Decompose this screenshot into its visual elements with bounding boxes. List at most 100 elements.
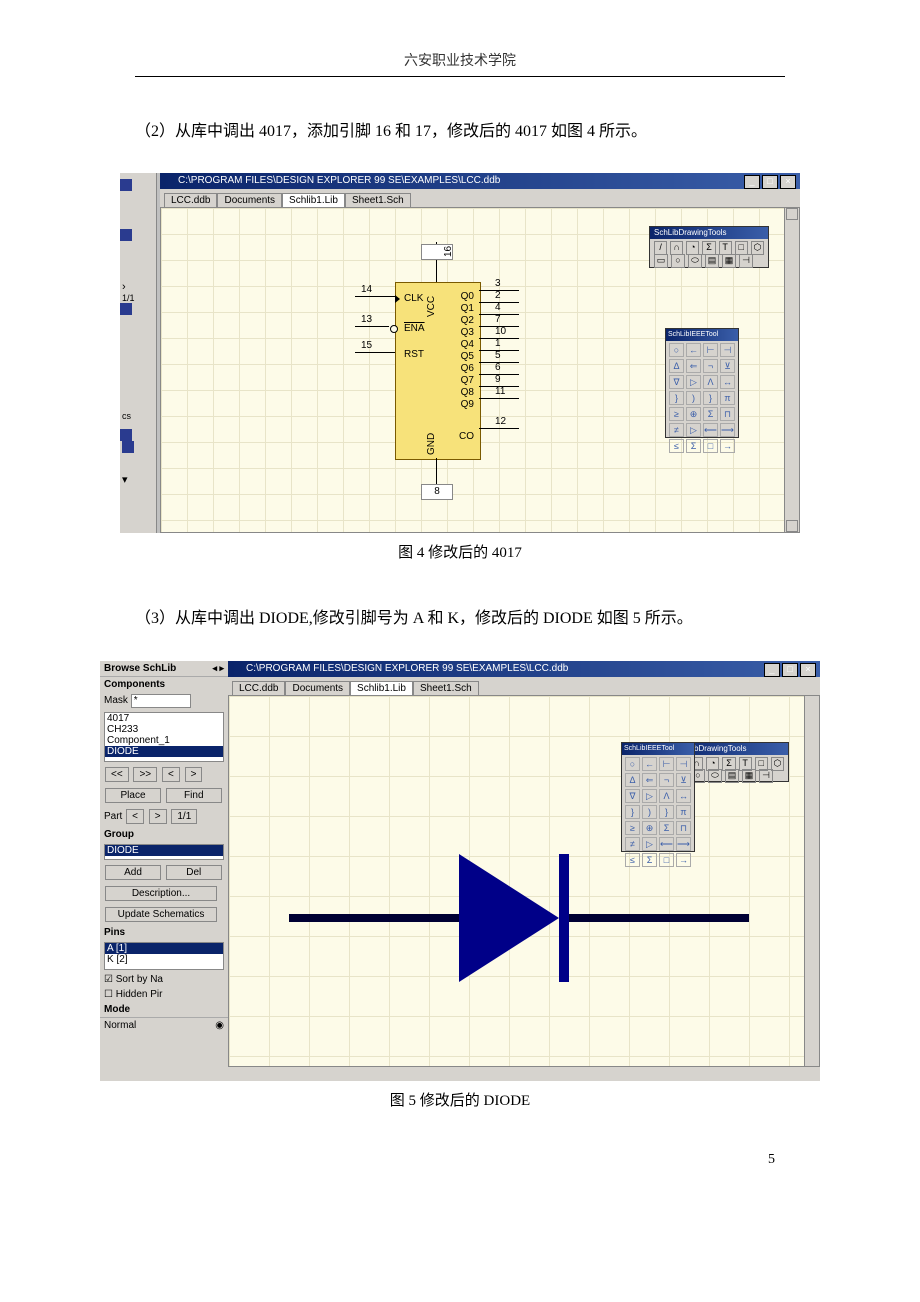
- ieee-icon[interactable]: Σ: [703, 407, 718, 421]
- grid-tool-icon[interactable]: ▦: [742, 769, 756, 783]
- close-icon[interactable]: ×: [780, 175, 796, 189]
- ieee-icon[interactable]: }: [659, 805, 674, 819]
- ieee-icon[interactable]: ▷: [686, 423, 701, 437]
- ieee-icon[interactable]: □: [703, 439, 718, 453]
- first-button[interactable]: <<: [105, 767, 129, 782]
- ieee-icon[interactable]: □: [659, 853, 674, 867]
- drawing-tools-palette[interactable]: SchLibDrawingTools / ∩ ◔ Σ T □ ⬡ ▭ ○ ⬭ ▤…: [649, 226, 769, 268]
- ieee-icon[interactable]: ≥: [669, 407, 684, 421]
- schematic-canvas[interactable]: SchLibDrawingTools / ∩ ◔ Σ T □ ⬡ ▭ ○ ⬭: [228, 695, 820, 1067]
- pin-tool-icon[interactable]: ⊣: [739, 254, 753, 268]
- prev-button[interactable]: <: [162, 767, 180, 782]
- ieee-icon[interactable]: ≤: [669, 439, 684, 453]
- part-next-button[interactable]: >: [149, 809, 167, 824]
- ieee-icon[interactable]: ¬: [703, 359, 718, 373]
- ieee-icon[interactable]: Λ: [659, 789, 674, 803]
- tab-lcc[interactable]: LCC.ddb: [164, 193, 217, 207]
- ieee-icon[interactable]: }: [703, 391, 718, 405]
- pin-list[interactable]: A [1] K [2]: [104, 942, 224, 970]
- ieee-icon[interactable]: ⟵: [703, 423, 718, 437]
- ieee-icon[interactable]: ¬: [659, 773, 674, 787]
- schematic-canvas[interactable]: 16 VCC GND CLK ENA RST Q0 Q1 Q2 Q3 Q4 Q5…: [160, 207, 800, 533]
- group-list[interactable]: DIODE: [104, 844, 224, 860]
- ieee-icon[interactable]: ↔: [720, 375, 735, 389]
- ieee-icon[interactable]: →: [720, 439, 735, 453]
- place-button[interactable]: Place: [105, 788, 161, 803]
- ieee-icon[interactable]: ≠: [669, 423, 684, 437]
- ieee-icon[interactable]: ⊢: [659, 757, 674, 771]
- next-button[interactable]: >: [185, 767, 203, 782]
- ieee-icon[interactable]: }: [625, 805, 640, 819]
- pie-tool-icon[interactable]: ◔: [686, 241, 699, 255]
- text-tool-icon[interactable]: T: [719, 241, 732, 255]
- mode-radio[interactable]: ◉: [215, 1020, 224, 1031]
- minimize-icon[interactable]: _: [764, 663, 780, 677]
- ieee-icon[interactable]: ∇: [669, 375, 684, 389]
- pin-k[interactable]: K [2]: [105, 954, 223, 965]
- component-list[interactable]: 4017 CH233 Component_1 DIODE: [104, 712, 224, 762]
- ieee-icon[interactable]: ⟵: [659, 837, 674, 851]
- hex-tool-icon[interactable]: ⬡: [751, 241, 764, 255]
- image-tool-icon[interactable]: ▤: [725, 769, 739, 783]
- circle-tool-icon[interactable]: ○: [671, 254, 685, 268]
- ieee-tools-palette[interactable]: SchLibIEEETool ○←⊢⊣ Δ⇐¬⊻ ∇▷Λ↔ })}π ≥⊕Σ⊓ …: [621, 742, 695, 852]
- ieee-icon[interactable]: ⊓: [720, 407, 735, 421]
- part-prev-button[interactable]: <: [126, 809, 144, 824]
- ieee-icon[interactable]: ⊕: [642, 821, 657, 835]
- square-tool-icon[interactable]: □: [735, 241, 748, 255]
- hidden-checkbox[interactable]: ☐: [104, 989, 113, 1000]
- tab-documents[interactable]: Documents: [285, 681, 350, 695]
- list-item-selected[interactable]: DIODE: [105, 746, 223, 757]
- description-button[interactable]: Description...: [105, 886, 217, 901]
- ieee-icon[interactable]: ⊢: [703, 343, 718, 357]
- tab-schlib[interactable]: Schlib1.Lib: [282, 193, 345, 207]
- ieee-icon[interactable]: ∇: [625, 789, 640, 803]
- window-titlebar[interactable]: C:\PROGRAM FILES\DESIGN EXPLORER 99 SE\E…: [228, 661, 820, 677]
- tab-schlib[interactable]: Schlib1.Lib: [350, 681, 413, 695]
- tab-sheet1[interactable]: Sheet1.Sch: [413, 681, 479, 695]
- ieee-icon[interactable]: ⟶: [720, 423, 735, 437]
- ieee-icon[interactable]: ○: [625, 757, 640, 771]
- ieee-icon[interactable]: ⊻: [676, 773, 691, 787]
- ieee-icon[interactable]: →: [676, 853, 691, 867]
- arc-tool-icon[interactable]: ∩: [670, 241, 683, 255]
- ieee-icon[interactable]: ↔: [676, 789, 691, 803]
- ieee-icon[interactable]: π: [676, 805, 691, 819]
- pin-tool-icon[interactable]: ⊣: [759, 769, 773, 783]
- add-button[interactable]: Add: [105, 865, 161, 880]
- tab-lcc[interactable]: LCC.ddb: [232, 681, 285, 695]
- ieee-icon[interactable]: ⊻: [720, 359, 735, 373]
- last-button[interactable]: >>: [133, 767, 157, 782]
- sum-tool-icon[interactable]: Σ: [702, 241, 715, 255]
- window-titlebar[interactable]: C:\PROGRAM FILES\DESIGN EXPLORER 99 SE\E…: [160, 173, 800, 189]
- del-button[interactable]: Del: [166, 865, 222, 880]
- image-tool-icon[interactable]: ▤: [705, 254, 719, 268]
- ieee-icon[interactable]: ≤: [625, 853, 640, 867]
- ieee-icon[interactable]: ▷: [686, 375, 701, 389]
- ieee-icon[interactable]: Σ: [642, 853, 657, 867]
- grid-tool-icon[interactable]: ▦: [722, 254, 736, 268]
- vertical-scrollbar[interactable]: [784, 208, 799, 532]
- update-schematics-button[interactable]: Update Schematics: [105, 907, 217, 922]
- ieee-icon[interactable]: ): [686, 391, 701, 405]
- ieee-icon[interactable]: ≥: [625, 821, 640, 835]
- find-button[interactable]: Find: [166, 788, 222, 803]
- list-item[interactable]: Component_1: [105, 735, 223, 746]
- maximize-icon[interactable]: □: [762, 175, 778, 189]
- ieee-icon[interactable]: ⟶: [676, 837, 691, 851]
- ieee-icon[interactable]: Λ: [703, 375, 718, 389]
- ieee-icon[interactable]: π: [720, 391, 735, 405]
- ieee-icon[interactable]: ▷: [642, 789, 657, 803]
- ieee-icon[interactable]: }: [669, 391, 684, 405]
- ieee-icon[interactable]: Σ: [659, 821, 674, 835]
- ieee-tools-palette[interactable]: SchLibIEEETool ○←⊢⊣ Δ⇐¬⊻ ∇▷Λ↔ })}π ≥⊕Σ⊓ …: [665, 328, 739, 438]
- ellipse-tool-icon[interactable]: ⬭: [688, 254, 702, 268]
- sort-checkbox[interactable]: ☑: [104, 974, 113, 985]
- horizontal-scrollbar[interactable]: [228, 1066, 820, 1081]
- maximize-icon[interactable]: □: [782, 663, 798, 677]
- ieee-icon[interactable]: Σ: [686, 439, 701, 453]
- group-item-selected[interactable]: DIODE: [105, 845, 223, 856]
- ieee-icon[interactable]: ): [642, 805, 657, 819]
- ieee-icon[interactable]: ⊣: [676, 757, 691, 771]
- ieee-icon[interactable]: ⊕: [686, 407, 701, 421]
